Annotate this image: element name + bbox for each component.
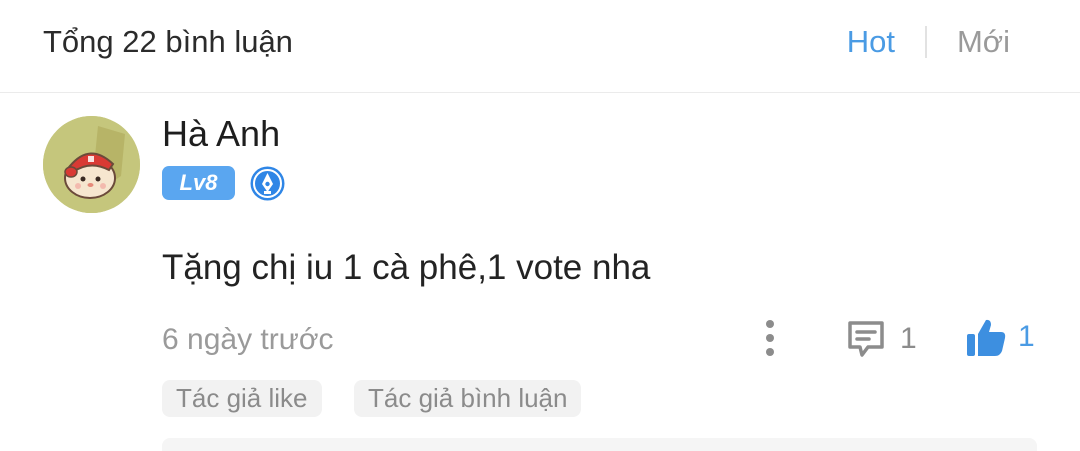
username[interactable]: Hà Anh [162, 112, 280, 156]
more-vertical-icon[interactable] [754, 318, 786, 358]
sort-hot-tab[interactable]: Hot [847, 22, 895, 62]
sort-divider [924, 26, 927, 58]
pen-icon [249, 165, 286, 202]
comments-header: Tổng 22 bình luận Hot Mới [0, 0, 1080, 93]
comment-item: Hà Anh Lv8 Tặng chị iu 1 cà phê,1 vote n… [0, 94, 1080, 451]
author-replied-tag: Tác giả bình luận [354, 380, 582, 417]
thumbs-up-icon [967, 319, 1006, 356]
author-liked-tag: Tác giả like [162, 380, 322, 417]
comment-timestamp: 6 ngày trước [162, 323, 334, 356]
avatar[interactable] [43, 116, 140, 213]
sort-new-tab[interactable]: Mới [957, 22, 1010, 62]
sort-options: Hot Mới [847, 22, 1010, 62]
reply-count: 1 [900, 322, 917, 355]
comment-text: Tặng chị iu 1 cà phê,1 vote nha [162, 248, 651, 287]
replies-preview-box[interactable] [162, 438, 1037, 451]
level-badge: Lv8 [162, 166, 235, 200]
like-button[interactable]: 1 [964, 314, 1035, 360]
like-count: 1 [1018, 320, 1035, 353]
comment-count-title: Tổng 22 bình luận [43, 24, 293, 59]
comment-icon [848, 321, 884, 357]
hamster-avatar-icon [43, 116, 140, 213]
reply-button[interactable]: 1 [844, 316, 917, 362]
